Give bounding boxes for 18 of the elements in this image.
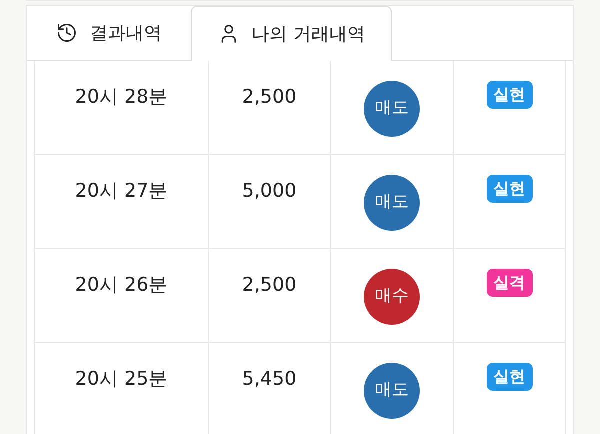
amount-text: 2,500 <box>242 85 297 110</box>
amount-text: 5,450 <box>242 367 297 392</box>
time-text: 20시 27분 <box>75 179 168 204</box>
history-icon <box>56 22 78 44</box>
trade-side-badge: 매수 <box>364 269 420 325</box>
trade-side-badge: 매도 <box>364 363 420 419</box>
result-badge: 실현 <box>486 81 532 109</box>
amount-text: 5,000 <box>242 179 297 204</box>
result-badge: 실현 <box>486 175 532 203</box>
result-badge: 실격 <box>486 269 532 297</box>
amount-text: 2,500 <box>242 273 297 298</box>
time-text: 20시 26분 <box>75 273 168 298</box>
tab[interactable]: 나의 거래내역 <box>191 6 392 61</box>
trade-side-badge: 매도 <box>364 175 420 231</box>
time-text: 20시 25분 <box>75 367 168 392</box>
result-badge: 실현 <box>486 363 532 391</box>
time-text: 20시 28분 <box>75 85 168 110</box>
trade-side-badge: 매도 <box>364 81 420 137</box>
